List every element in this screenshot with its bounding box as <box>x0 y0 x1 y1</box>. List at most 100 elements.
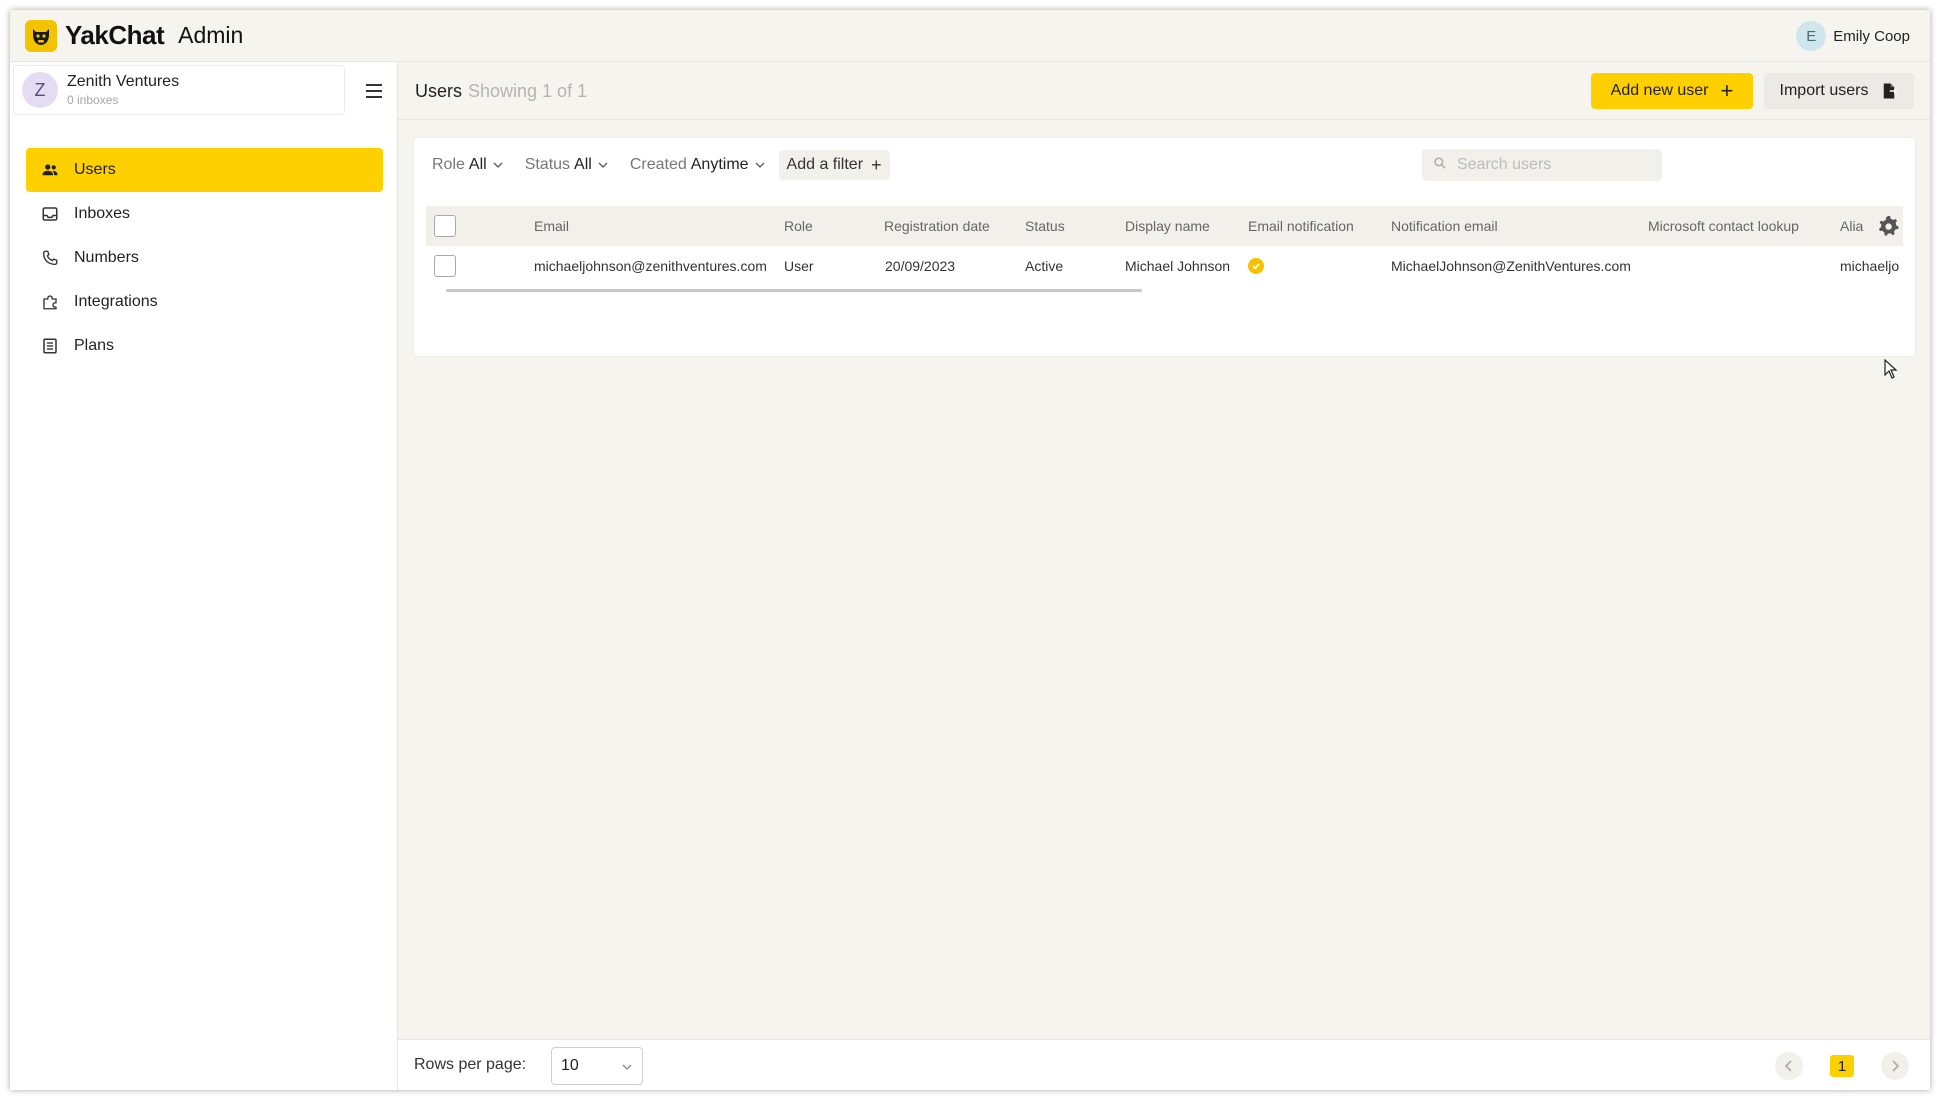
sidebar-item-plans[interactable]: Plans <box>26 324 383 368</box>
horizontal-scrollbar[interactable] <box>446 289 1142 292</box>
page-number[interactable]: 1 <box>1830 1055 1854 1077</box>
created-filter[interactable]: Created Anytime <box>622 150 773 180</box>
sidebar-item-label: Numbers <box>74 249 139 266</box>
status-filter[interactable]: Status All <box>517 150 616 180</box>
select-all-cell <box>434 206 464 246</box>
cell-notification-email: MichaelJohnson@ZenithVentures.com <box>1391 258 1631 274</box>
sidebar: Z Zenith Ventures 0 inboxes Users Inboxe… <box>10 62 398 1090</box>
org-name: Zenith Ventures <box>67 73 180 90</box>
column-header-email-notification[interactable]: Email notification <box>1248 206 1354 246</box>
plus-icon: + <box>871 154 882 175</box>
section-title: Admin <box>178 22 244 48</box>
import-users-button[interactable]: Import users <box>1764 73 1914 109</box>
column-header-registration-date[interactable]: Registration date <box>884 206 990 246</box>
column-header-microsoft-contact-lookup[interactable]: Microsoft contact lookup <box>1648 206 1799 246</box>
add-filter-label: Add a filter <box>786 156 864 173</box>
plus-icon: + <box>1720 78 1734 103</box>
cell-role: User <box>784 258 814 274</box>
brand[interactable]: YakChat Admin <box>25 19 244 52</box>
cell-registration-date: 20/09/2023 <box>885 258 956 274</box>
status-filter-value: All <box>574 156 592 173</box>
add-user-button[interactable]: Add new user + <box>1591 73 1753 109</box>
previous-page-button[interactable] <box>1775 1052 1803 1080</box>
column-header-notification-email[interactable]: Notification email <box>1391 206 1498 246</box>
org-switcher[interactable]: Z Zenith Ventures 0 inboxes <box>13 65 345 115</box>
next-page-button[interactable] <box>1881 1052 1909 1080</box>
table-row[interactable]: michaeljohnson@zenithventures.com User 2… <box>426 246 1903 286</box>
column-header-role[interactable]: Role <box>784 206 813 246</box>
rows-per-page-value: 10 <box>561 1057 579 1074</box>
chevron-left-icon <box>1784 1060 1792 1072</box>
list-icon <box>40 336 60 356</box>
add-user-label: Add new user <box>1610 82 1709 99</box>
cell-status: Active <box>1025 258 1064 274</box>
org-avatar: Z <box>22 72 58 108</box>
select-all-checkbox[interactable] <box>434 215 456 237</box>
cell-email: michaeljohnson@zenithventures.com <box>534 258 767 274</box>
top-header: YakChat Admin E Emily Coop <box>10 10 1930 62</box>
hamburger-menu-icon[interactable] <box>360 77 388 105</box>
sidebar-item-label: Inboxes <box>74 205 131 222</box>
users-icon <box>40 160 60 180</box>
chevron-down-icon <box>598 160 608 170</box>
gear-icon[interactable] <box>1876 214 1900 238</box>
add-filter-button[interactable]: Add a filter + <box>778 150 890 180</box>
app-window: YakChat Admin E Emily Coop Z Zenith Vent… <box>10 10 1930 1090</box>
sidebar-item-label: Plans <box>74 337 115 354</box>
row-select-cell <box>434 246 464 286</box>
role-filter-label: Role <box>432 156 465 173</box>
pagination: 1 <box>1775 1052 1909 1080</box>
column-header-status[interactable]: Status <box>1025 206 1065 246</box>
search-icon <box>1433 156 1447 175</box>
search-input[interactable] <box>1457 156 1647 174</box>
column-header-display-name[interactable]: Display name <box>1125 206 1210 246</box>
mouse-cursor-icon <box>1884 358 1898 384</box>
sidebar-item-label: Users <box>74 161 116 178</box>
users-table: Email Role Registration date Status Disp… <box>426 206 1903 286</box>
cell-alias: michaeljo <box>1840 258 1900 274</box>
sidebar-item-integrations[interactable]: Integrations <box>26 280 383 324</box>
users-card: Role All Status All Created Anytime Add … <box>414 138 1915 356</box>
sidebar-item-numbers[interactable]: Numbers <box>26 236 383 280</box>
column-header-email[interactable]: Email <box>534 206 569 246</box>
inbox-icon <box>40 204 60 224</box>
file-import-icon <box>1880 82 1899 100</box>
puzzle-icon <box>40 292 60 312</box>
created-filter-value: Anytime <box>690 156 749 173</box>
column-header-alias[interactable]: Alia <box>1840 206 1866 246</box>
user-menu[interactable]: E Emily Coop <box>1796 21 1910 51</box>
role-filter-value: All <box>468 156 487 173</box>
created-filter-label: Created <box>629 156 687 173</box>
page-title: Users <box>415 81 463 101</box>
sidebar-item-label: Integrations <box>74 293 158 310</box>
org-inbox-count: 0 inboxes <box>67 93 119 107</box>
sidebar-nav: Users Inboxes Numbers Integrations Plans <box>26 148 383 368</box>
row-checkbox[interactable] <box>434 255 456 277</box>
user-name: Emily Coop <box>1833 27 1910 45</box>
search-box[interactable] <box>1422 149 1662 181</box>
yak-logo-icon <box>25 19 57 52</box>
filter-bar: Role All Status All Created Anytime Add … <box>424 150 890 180</box>
sidebar-item-users[interactable]: Users <box>26 148 383 192</box>
main-content: Users Showing 1 of 1 Add new user + Impo… <box>398 62 1930 1090</box>
chevron-down-icon <box>493 160 503 170</box>
role-filter[interactable]: Role All <box>424 150 511 180</box>
chevron-right-icon <box>1892 1060 1900 1072</box>
chevron-down-icon <box>622 1062 632 1072</box>
brand-name: YakChat <box>65 20 165 50</box>
sidebar-item-inboxes[interactable]: Inboxes <box>26 192 383 236</box>
rows-per-page-label: Rows per page: <box>414 1056 527 1073</box>
table-header: Email Role Registration date Status Disp… <box>426 206 1903 246</box>
result-count: Showing 1 of 1 <box>468 81 588 101</box>
phone-icon <box>40 248 60 268</box>
table-footer: Rows per page: 10 1 <box>398 1039 1930 1090</box>
rows-per-page-select[interactable]: 10 <box>551 1047 643 1085</box>
page-header: Users Showing 1 of 1 Add new user + Impo… <box>398 62 1930 120</box>
import-users-label: Import users <box>1779 82 1869 99</box>
avatar: E <box>1796 21 1827 51</box>
chevron-down-icon <box>755 160 765 170</box>
cell-email-notification <box>1248 246 1264 286</box>
status-filter-label: Status <box>524 156 571 173</box>
cell-display-name: Michael Johnson <box>1125 258 1231 274</box>
check-circle-icon <box>1248 258 1264 274</box>
